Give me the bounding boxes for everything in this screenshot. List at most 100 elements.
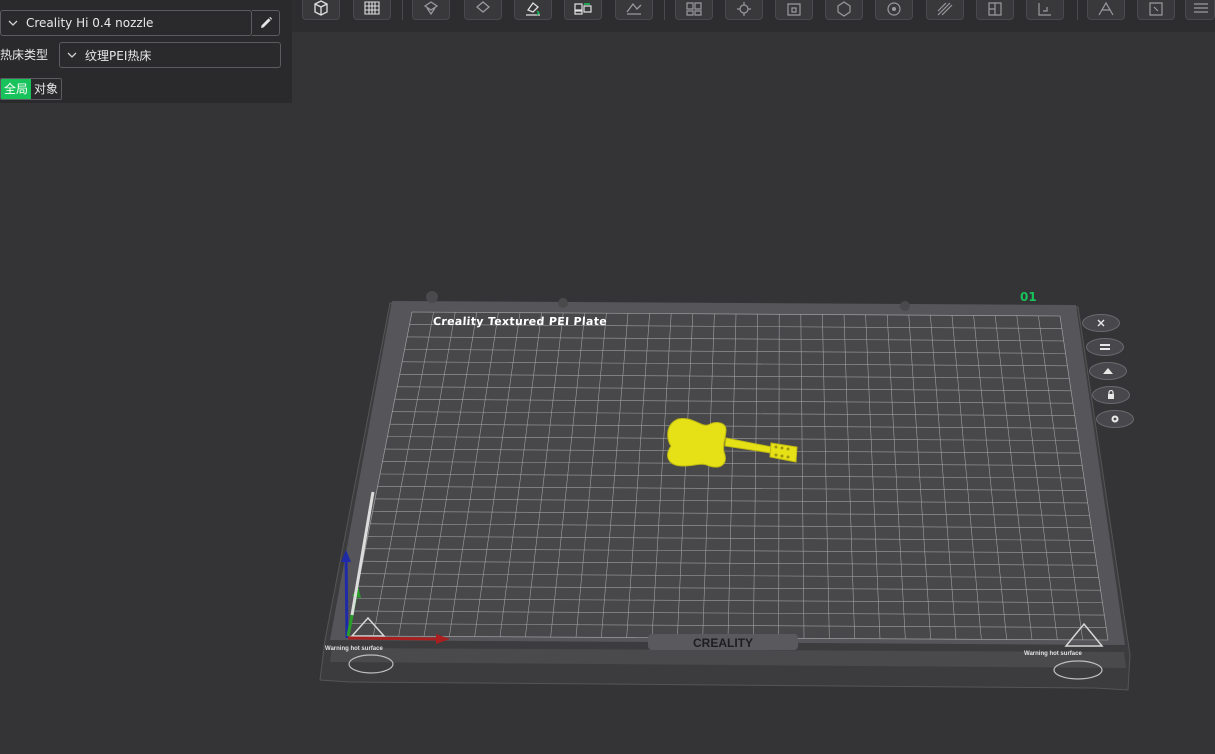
- grid-line-horizontal: [370, 523, 1092, 529]
- build-plate-scene: CREALITY Warning hot surface Warning hot…: [319, 291, 1131, 691]
- support-paint-button[interactable]: [825, 0, 863, 20]
- printer-row: Creality Hi 0.4 nozzle: [0, 10, 280, 36]
- plate-grid-icon: [364, 1, 380, 15]
- grid-line-horizontal: [397, 386, 1072, 392]
- x-axis-arrow: [436, 634, 450, 644]
- toolbar-separator: [1077, 0, 1078, 20]
- grid-line-horizontal: [384, 448, 1081, 454]
- grid-line-horizontal: [407, 336, 1064, 342]
- grid-line-horizontal: [360, 573, 1099, 578]
- hollow-icon: [787, 3, 801, 16]
- plate-lock-button[interactable]: [1092, 386, 1130, 404]
- assemble-icon: [737, 2, 751, 16]
- bed-type-select[interactable]: 纹理PEI热床: [59, 42, 281, 68]
- orient-button[interactable]: [412, 0, 450, 20]
- plate-arrange-button[interactable]: [1089, 362, 1127, 380]
- grid-line-horizontal: [365, 548, 1096, 554]
- plate-settings-button[interactable]: [1096, 410, 1134, 428]
- scope-toggle: 全局 对象: [0, 78, 63, 100]
- grid-line-horizontal: [350, 623, 1107, 628]
- list-icon: [1194, 3, 1208, 13]
- grid-line-vertical: [865, 314, 881, 639]
- bed-type-value: 纹理PEI热床: [85, 48, 152, 63]
- grid-line-vertical: [575, 313, 607, 638]
- variable-layer-icon: [1098, 1, 1114, 16]
- chevron-down-icon: [67, 52, 77, 58]
- grid-line-horizontal: [379, 473, 1085, 479]
- grid-line-horizontal: [355, 598, 1103, 603]
- x-axis: [347, 636, 443, 641]
- more-button[interactable]: [1137, 0, 1175, 20]
- bed-brand: CREALITY: [693, 636, 753, 650]
- more-icon: [1149, 2, 1163, 16]
- split-parts-icon: [574, 3, 592, 15]
- lay-on-face-button[interactable]: [514, 0, 552, 20]
- grid-line-vertical: [930, 315, 957, 640]
- plate-close-button[interactable]: [1082, 314, 1120, 332]
- grid-line-horizontal: [377, 486, 1086, 491]
- grid-line-vertical: [753, 314, 758, 639]
- edit-printer-button[interactable]: [252, 10, 280, 36]
- hollow-button[interactable]: [775, 0, 813, 20]
- chevron-down-icon: [8, 20, 18, 26]
- grid-line-vertical: [951, 315, 982, 640]
- fingerprint-left-icon: [348, 654, 394, 674]
- grid-line-horizontal: [402, 361, 1068, 367]
- split-parts-button[interactable]: [564, 0, 602, 20]
- tab-global[interactable]: 全局: [1, 79, 32, 99]
- grid-line-vertical: [727, 313, 737, 639]
- printer-select[interactable]: Creality Hi 0.4 nozzle: [0, 10, 252, 36]
- arrange-icon: [475, 1, 491, 13]
- layout-button[interactable]: [675, 0, 713, 20]
- measure-icon: [988, 2, 1002, 16]
- add-cube-button[interactable]: [302, 0, 340, 20]
- grid-line-vertical: [702, 313, 715, 638]
- grid-line-horizontal: [372, 511, 1090, 516]
- arrange-button[interactable]: [464, 0, 502, 20]
- variable-layer-button[interactable]: [1087, 0, 1125, 20]
- grid-line-vertical: [525, 312, 564, 637]
- grid-line-horizontal: [392, 411, 1075, 416]
- tab-object[interactable]: 对象: [31, 79, 62, 99]
- plate-notch: [426, 291, 438, 303]
- guitar-headstock: [769, 442, 798, 463]
- plate-grid-button[interactable]: [353, 0, 391, 20]
- orient-icon: [423, 1, 439, 16]
- plate-left-rail: [350, 491, 375, 616]
- cut-button[interactable]: [615, 0, 653, 20]
- list-button[interactable]: [1185, 0, 1215, 20]
- grid-line-vertical: [398, 312, 456, 637]
- list-icon: [1100, 344, 1110, 350]
- grid-line-vertical: [677, 313, 694, 638]
- toolbar-separator: [664, 0, 665, 20]
- grid-line-vertical: [886, 314, 906, 639]
- grid-line-horizontal: [347, 635, 1109, 641]
- lock-icon: [1108, 390, 1114, 399]
- measure-button[interactable]: [976, 0, 1014, 20]
- pencil-icon: [260, 16, 272, 28]
- color-paint-button[interactable]: [926, 0, 964, 20]
- guitar-tuners: [774, 445, 790, 459]
- build-plate-base: [319, 302, 1131, 691]
- seam-paint-button[interactable]: [875, 0, 913, 20]
- plate-front-strip: [330, 648, 1126, 668]
- grid-line-horizontal: [375, 498, 1088, 504]
- grid-line-vertical: [994, 315, 1033, 640]
- printer-name: Creality Hi 0.4 nozzle: [26, 16, 154, 30]
- guitar-model: [667, 417, 798, 468]
- build-plate-top: [330, 301, 1125, 645]
- grid-line-vertical: [449, 312, 499, 637]
- grid-line-vertical: [800, 314, 805, 639]
- assemble-button[interactable]: [725, 0, 763, 20]
- grid-line-horizontal: [387, 436, 1079, 441]
- arrange-icon: [1103, 368, 1113, 374]
- warning-triangle-right-icon: [1064, 622, 1104, 647]
- plate-list-button[interactable]: [1086, 338, 1124, 356]
- text-emboss-button[interactable]: [1026, 0, 1064, 20]
- grid-line-vertical: [474, 312, 521, 637]
- guitar-neck: [724, 437, 773, 454]
- grid-line-vertical: [973, 315, 1007, 640]
- fingerprint-right-icon: [1053, 660, 1103, 680]
- grid-line-horizontal: [404, 349, 1066, 354]
- grid-line-horizontal: [394, 398, 1073, 404]
